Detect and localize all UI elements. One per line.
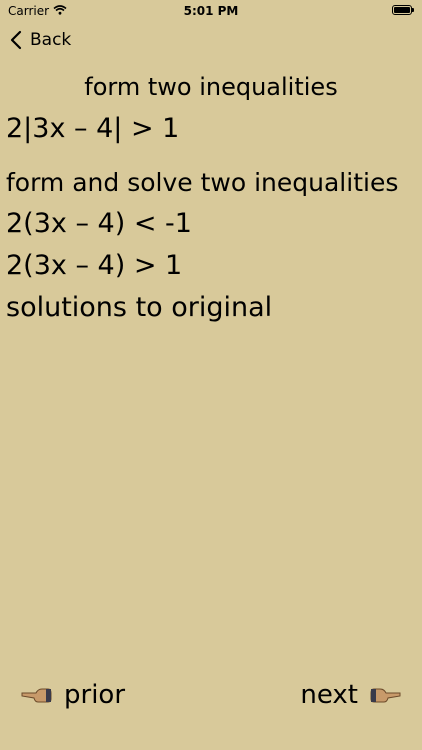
status-bar: Carrier 5:01 PM — [0, 0, 422, 24]
step-line: 2(3x – 4) > 1 — [6, 250, 183, 281]
hand-pointing-left-icon — [20, 686, 52, 704]
prior-button[interactable]: prior — [20, 680, 125, 710]
back-label: Back — [30, 30, 72, 50]
step-line: 2(3x – 4) < -1 — [6, 208, 192, 239]
step-line: solutions to original — [6, 292, 273, 323]
battery-icon — [392, 5, 414, 15]
hand-pointing-right-icon — [370, 686, 402, 704]
expression-line: 2|3x – 4| > 1 — [6, 113, 180, 144]
step-line: form and solve two inequalities — [6, 168, 399, 197]
status-time: 5:01 PM — [183, 4, 239, 18]
next-label: next — [300, 680, 358, 710]
prior-label: prior — [64, 680, 126, 710]
next-button[interactable]: next — [300, 680, 402, 710]
step-title: form two inequalities — [84, 73, 338, 101]
chevron-left-icon — [10, 30, 22, 50]
back-button[interactable]: Back — [10, 30, 71, 50]
